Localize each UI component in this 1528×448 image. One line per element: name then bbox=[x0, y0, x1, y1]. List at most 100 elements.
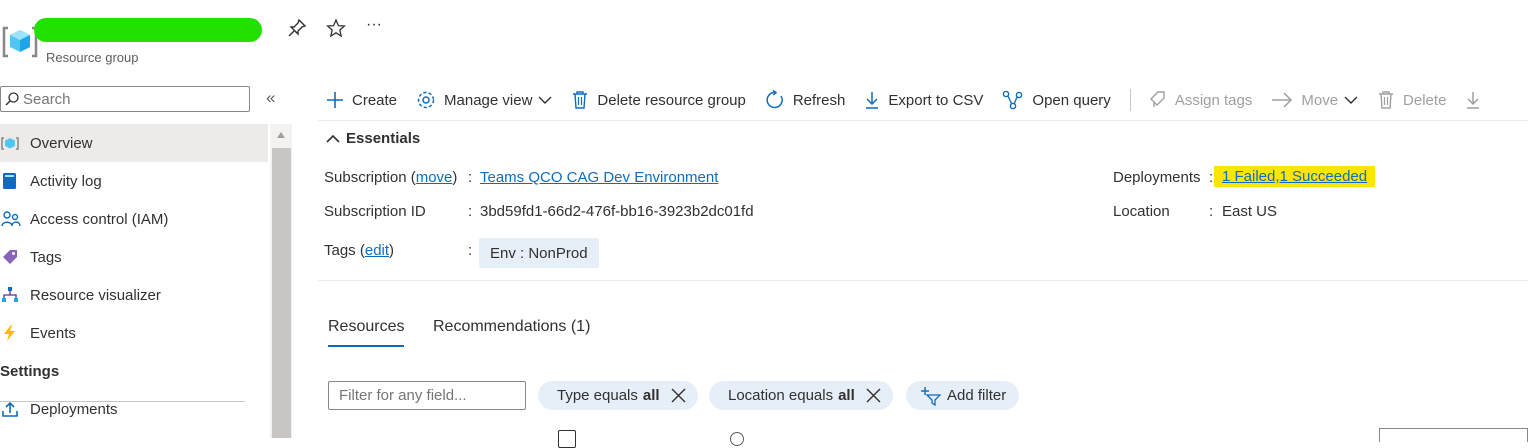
star-icon[interactable] bbox=[325, 18, 347, 43]
resource-group-icon bbox=[0, 134, 30, 152]
assign-tags-button[interactable]: Assign tags bbox=[1149, 90, 1253, 110]
move-label: Move bbox=[1301, 91, 1339, 109]
deployments-colon: : bbox=[1209, 169, 1214, 186]
tag-pill: Env : NonProd bbox=[479, 238, 599, 268]
type-filter-label: Type equals bbox=[557, 387, 638, 404]
sidebar-item-deployments[interactable]: Deployments bbox=[0, 390, 268, 428]
page-subtitle: Resource group bbox=[46, 50, 139, 65]
deployments-highlight: 1 Failed,1 Succeeded bbox=[1214, 166, 1376, 187]
filter-input[interactable] bbox=[328, 381, 526, 410]
people-icon bbox=[0, 210, 30, 228]
tag-outline-icon bbox=[1149, 90, 1167, 110]
pin-icon[interactable] bbox=[287, 18, 307, 43]
subscription-label-end: ) bbox=[452, 169, 458, 186]
toolbar-divider bbox=[1129, 89, 1131, 111]
sidebar-search-input[interactable] bbox=[23, 90, 223, 108]
subscription-id-label: Subscription ID bbox=[324, 203, 426, 220]
subscription-value-link[interactable]: Teams QCO CAG Dev Environment bbox=[480, 169, 718, 186]
delete-resource-group-label: Delete resource group bbox=[597, 91, 746, 109]
search-icon bbox=[1, 91, 23, 107]
query-icon bbox=[1002, 90, 1024, 110]
deployments-value-link[interactable]: 1 Failed,1 Succeeded bbox=[1222, 168, 1367, 185]
sidebar-item-access-control[interactable]: Access control (IAM) bbox=[0, 200, 268, 238]
essentials-toggle[interactable]: Essentials bbox=[326, 130, 420, 147]
sidebar-item-label: Activity log bbox=[30, 172, 102, 190]
sidebar-item-overview[interactable]: Overview bbox=[0, 124, 268, 162]
gear-icon bbox=[416, 90, 436, 110]
create-button[interactable]: Create bbox=[326, 91, 397, 109]
resource-group-icon bbox=[2, 16, 38, 60]
tab-resources[interactable]: Resources bbox=[328, 318, 404, 336]
location-colon: : bbox=[1209, 203, 1214, 220]
move-button[interactable]: Move bbox=[1271, 92, 1358, 109]
delete-resource-group-button[interactable]: Delete resource group bbox=[571, 90, 746, 110]
sidebar-item-tags[interactable]: Tags bbox=[0, 238, 268, 276]
subscription-id-colon: : bbox=[468, 203, 473, 220]
view-dropdown[interactable] bbox=[1379, 428, 1528, 442]
download-overflow-icon[interactable] bbox=[1465, 90, 1481, 110]
manage-view-label: Manage view bbox=[444, 91, 533, 109]
plus-icon bbox=[326, 91, 344, 109]
lightning-icon bbox=[0, 324, 30, 342]
assign-tags-label: Assign tags bbox=[1174, 91, 1253, 109]
close-icon[interactable] bbox=[866, 388, 881, 403]
sidebar-item-label: Resource visualizer bbox=[30, 286, 161, 304]
type-filter-pill[interactable]: Type equals all bbox=[538, 381, 698, 410]
location-filter-value: all bbox=[838, 387, 855, 404]
sidebar-item-label: Deployments bbox=[30, 400, 118, 418]
essentials-title: Essentials bbox=[346, 130, 421, 147]
type-filter-value: all bbox=[642, 387, 660, 404]
sidebar-section-settings: Settings bbox=[0, 362, 60, 380]
arrow-right-icon bbox=[1271, 92, 1293, 108]
tags-label-end: ) bbox=[389, 242, 395, 259]
deployments-label: Deployments bbox=[1113, 169, 1201, 186]
location-label: Location bbox=[1113, 203, 1170, 220]
delete-button[interactable]: Delete bbox=[1377, 90, 1446, 110]
tags-colon: : bbox=[468, 242, 473, 259]
activity-log-icon bbox=[0, 172, 30, 190]
location-filter-pill[interactable]: Location equals all bbox=[709, 381, 893, 410]
toolbar-divider-line bbox=[318, 120, 1528, 121]
sidebar-item-label: Access control (IAM) bbox=[30, 210, 169, 228]
essentials-divider bbox=[318, 280, 1528, 281]
tag-icon bbox=[0, 248, 30, 266]
chevron-down-icon bbox=[1344, 96, 1358, 105]
refresh-button[interactable]: Refresh bbox=[765, 90, 846, 110]
open-query-button[interactable]: Open query bbox=[1002, 90, 1111, 110]
subscription-colon: : bbox=[468, 169, 473, 186]
info-icon[interactable] bbox=[730, 432, 744, 446]
sidebar-scroll-thumb[interactable] bbox=[272, 148, 291, 438]
chevron-up-icon bbox=[326, 134, 340, 143]
subscription-label-text: Subscription ( bbox=[324, 169, 416, 186]
trash-icon bbox=[571, 90, 589, 110]
hierarchy-icon bbox=[0, 286, 30, 304]
subscription-label: Subscription (move) bbox=[324, 169, 457, 186]
tab-recommendations[interactable]: Recommendations (1) bbox=[433, 318, 590, 336]
manage-view-button[interactable]: Manage view bbox=[416, 90, 552, 110]
export-csv-button[interactable]: Export to CSV bbox=[864, 90, 983, 110]
add-filter-icon bbox=[919, 386, 941, 406]
sidebar-item-resource-visualizer[interactable]: Resource visualizer bbox=[0, 276, 268, 314]
add-filter-label: Add filter bbox=[947, 387, 1007, 404]
tags-label: Tags (edit) bbox=[324, 242, 394, 259]
add-filter-button[interactable]: Add filter bbox=[906, 381, 1020, 410]
collapse-sidebar-button[interactable]: « bbox=[266, 88, 275, 108]
show-hidden-checkbox[interactable] bbox=[558, 430, 576, 448]
subscription-move-link[interactable]: move bbox=[416, 169, 453, 186]
location-filter-label: Location equals bbox=[728, 387, 834, 404]
close-icon[interactable] bbox=[671, 388, 686, 403]
subscription-id-value: 3bd59fd1-66d2-476f-bb16-3923b2dc01fd bbox=[480, 203, 754, 220]
tags-edit-link[interactable]: edit bbox=[365, 242, 389, 259]
more-options-button[interactable]: ··· bbox=[366, 16, 382, 34]
sidebar-item-activity-log[interactable]: Activity log bbox=[0, 162, 268, 200]
scroll-up-arrow-icon[interactable] bbox=[270, 124, 292, 146]
sidebar-divider bbox=[0, 401, 245, 402]
refresh-label: Refresh bbox=[792, 91, 846, 109]
tab-active-indicator bbox=[328, 345, 404, 347]
upload-icon bbox=[0, 400, 30, 418]
trash-icon bbox=[1377, 90, 1395, 110]
sidebar-search[interactable] bbox=[0, 86, 250, 112]
location-value: East US bbox=[1222, 203, 1278, 220]
sidebar-item-events[interactable]: Events bbox=[0, 314, 268, 352]
redacted-title bbox=[34, 18, 262, 42]
